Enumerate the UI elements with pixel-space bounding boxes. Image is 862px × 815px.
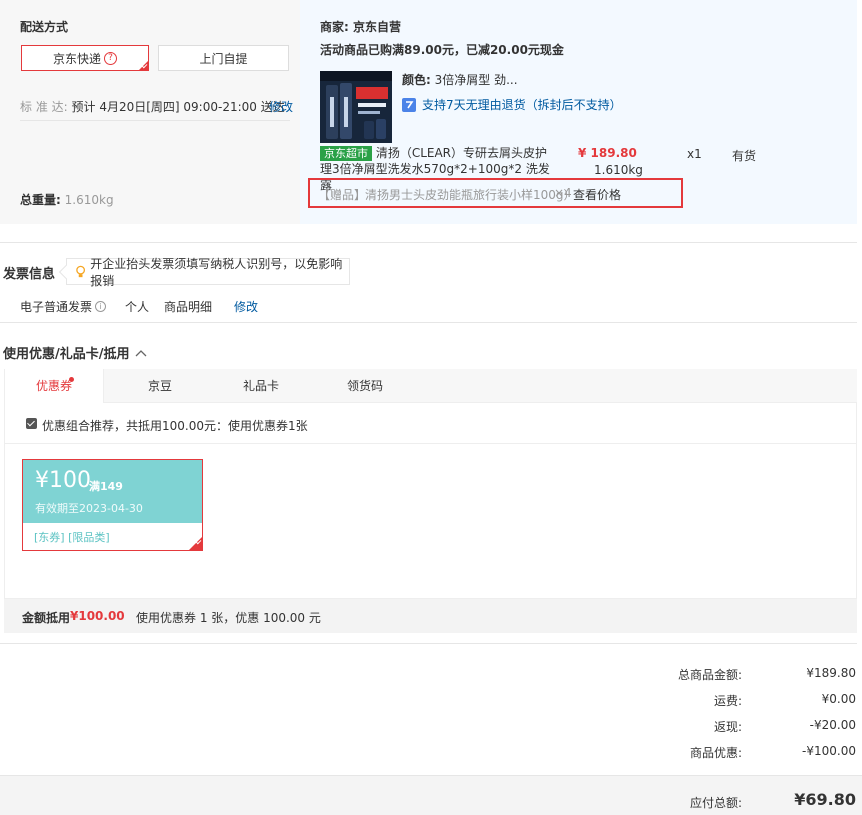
tab-jingdou[interactable]: 京豆 xyxy=(110,369,210,403)
payable-label: 应付总额: xyxy=(689,796,742,810)
shipping-fee-value: ¥0.00 xyxy=(821,692,856,706)
summary-label: 金额抵用 xyxy=(22,611,71,625)
discount-section-toggle[interactable]: 使用优惠/礼品卡/抵用 xyxy=(3,343,147,362)
tab-gift-card[interactable]: 礼品卡 xyxy=(211,369,311,403)
merchant: 商家: 京东自营 xyxy=(320,18,401,35)
return-policy: 支持7天无理由退货（拆封后不支持） xyxy=(402,96,622,113)
combo-checkbox[interactable] xyxy=(26,418,37,429)
combo-recommend-row: 优惠组合推荐，共抵用100.00元：使用优惠券1张 xyxy=(4,403,857,444)
shipping-fee-label: 运费: xyxy=(713,694,742,708)
product-color: 颜色: 3倍净屑型 劲... xyxy=(402,71,518,88)
product-qty: x1 xyxy=(687,147,702,161)
discount-title: 使用优惠/礼品卡/抵用 xyxy=(3,347,130,362)
return-policy-text: 支持7天无理由退货（拆封后不支持） xyxy=(422,98,622,112)
chevron-up-icon xyxy=(135,349,146,356)
shipping-title: 配送方式 xyxy=(20,20,69,34)
merchant-label: 商家: xyxy=(320,20,349,34)
store-tag: 京东超市 xyxy=(320,146,372,161)
goods-discount-label: 商品优惠: xyxy=(689,746,742,760)
total-goods-label: 总商品金额: xyxy=(677,668,742,682)
shipping-option-jd-express[interactable]: 京东快递 ? xyxy=(21,45,149,71)
invoice-holder: 个人 xyxy=(125,300,150,314)
tab-pickup-code[interactable]: 领货码 xyxy=(315,369,415,403)
selected-check-icon xyxy=(138,60,149,71)
invoice-tip-text: 开企业抬头发票须填写纳税人识别号，以免影响报销 xyxy=(90,256,343,288)
new-dot-icon xyxy=(69,377,74,382)
summary-text: 使用优惠券 1 张，优惠 100.00 元 xyxy=(136,611,321,625)
weight-value: 1.610kg xyxy=(64,193,114,207)
invoice-title: 发票信息 xyxy=(3,267,56,282)
coupon-tags: [东券] [限品类] xyxy=(34,531,110,544)
coupon-card[interactable]: ¥100 满149 有效期至2023-04-30 [东券] [限品类] xyxy=(22,459,203,551)
coupon-amount: ¥100 xyxy=(35,468,91,493)
checkout-page: 配送方式 京东快递 ? 上门自提 标 准 达: 预计 4月20日[周四] 09:… xyxy=(0,0,862,815)
discount-summary: 金额抵用 ¥100.00 使用优惠券 1 张，优惠 100.00 元 xyxy=(4,599,857,633)
delivery-type-label: 标 准 达: xyxy=(20,100,68,114)
delivery-time: 标 准 达: 预计 4月20日[周四] 09:00-21:00 送达 xyxy=(20,98,285,115)
payable-bar: 应付总额: ¥69.80 xyxy=(0,775,862,815)
gift-view-price-link[interactable]: 查看价格 xyxy=(573,186,621,203)
coupon-header: ¥100 满149 有效期至2023-04-30 xyxy=(23,460,202,523)
coupon-condition: 满149 xyxy=(89,480,123,493)
shipping-option-label: 京东快递 xyxy=(52,51,101,66)
info-icon[interactable]: i xyxy=(95,301,107,312)
merchant-name: 京东自营 xyxy=(353,20,402,34)
delivery-modify-link[interactable]: 修改 xyxy=(269,98,293,115)
product-weight: 1.610kg xyxy=(594,163,643,177)
combo-text: 优惠组合推荐，共抵用100.00元：使用优惠券1张 xyxy=(42,419,308,433)
cashback-value: -¥20.00 xyxy=(809,718,856,732)
shipping-option-label: 上门自提 xyxy=(199,51,248,66)
cashback-label: 返现: xyxy=(713,720,742,734)
promo-text: 活动商品已购满89.00元，已减20.00元现金 xyxy=(320,43,564,57)
divider xyxy=(0,643,857,644)
weight-label: 总重量: xyxy=(20,193,61,207)
help-icon[interactable]: ? xyxy=(104,51,117,65)
total-goods-value: ¥189.80 xyxy=(806,666,856,680)
summary-amount: ¥100.00 xyxy=(70,609,125,623)
discount-tabs: 优惠券 京豆 礼品卡 领货码 xyxy=(4,369,857,403)
gift-tag: 【赠品】 xyxy=(318,188,367,202)
color-label: 颜色: xyxy=(402,73,431,87)
coupon-footer: [东券] [限品类] xyxy=(23,523,202,550)
color-value: 3倍净屑型 劲... xyxy=(434,73,518,87)
product-stock: 有货 xyxy=(732,149,757,163)
tab-label: 优惠券 xyxy=(35,379,72,393)
product-price: ¥ 189.80 xyxy=(578,146,637,160)
tab-coupon[interactable]: 优惠券 xyxy=(4,369,104,403)
product-image[interactable] xyxy=(320,71,392,143)
gift-name[interactable]: 清扬男士头皮劲能瓶旅行装小样100g） xyxy=(365,186,576,203)
return-policy-icon xyxy=(402,97,416,112)
goods-discount-value: -¥100.00 xyxy=(802,744,856,758)
delivery-time-text: 预计 4月20日[周四] 09:00-21:00 送达 xyxy=(71,100,285,114)
invoice-details: 电子普通发票 i 个人 商品明细 修改 xyxy=(20,298,258,315)
divider xyxy=(20,120,290,121)
invoice-type: 电子普通发票 xyxy=(20,300,93,314)
invoice-content: 商品明细 xyxy=(164,300,213,314)
shampoo-image-icon xyxy=(320,71,392,143)
gift-qty: ×4 xyxy=(554,186,572,200)
invoice-modify-link[interactable]: 修改 xyxy=(234,298,258,315)
divider xyxy=(0,322,857,323)
gift-row: 【赠品】 清扬男士头皮劲能瓶旅行装小样100g） ×4 查看价格 xyxy=(308,178,683,208)
coupon-expiry: 有效期至2023-04-30 xyxy=(35,502,143,515)
lightbulb-icon xyxy=(76,265,86,277)
shipping-option-pickup[interactable]: 上门自提 xyxy=(158,45,289,71)
payable-value: ¥69.80 xyxy=(794,790,856,809)
divider xyxy=(0,242,857,243)
selected-check-icon xyxy=(188,536,203,551)
invoice-tip: 开企业抬头发票须填写纳税人识别号，以免影响报销 xyxy=(66,257,350,288)
product-title-line1: 清扬（CLEAR）专研去屑头皮护 xyxy=(375,146,548,160)
total-weight: 总重量: 1.610kg xyxy=(20,191,114,208)
